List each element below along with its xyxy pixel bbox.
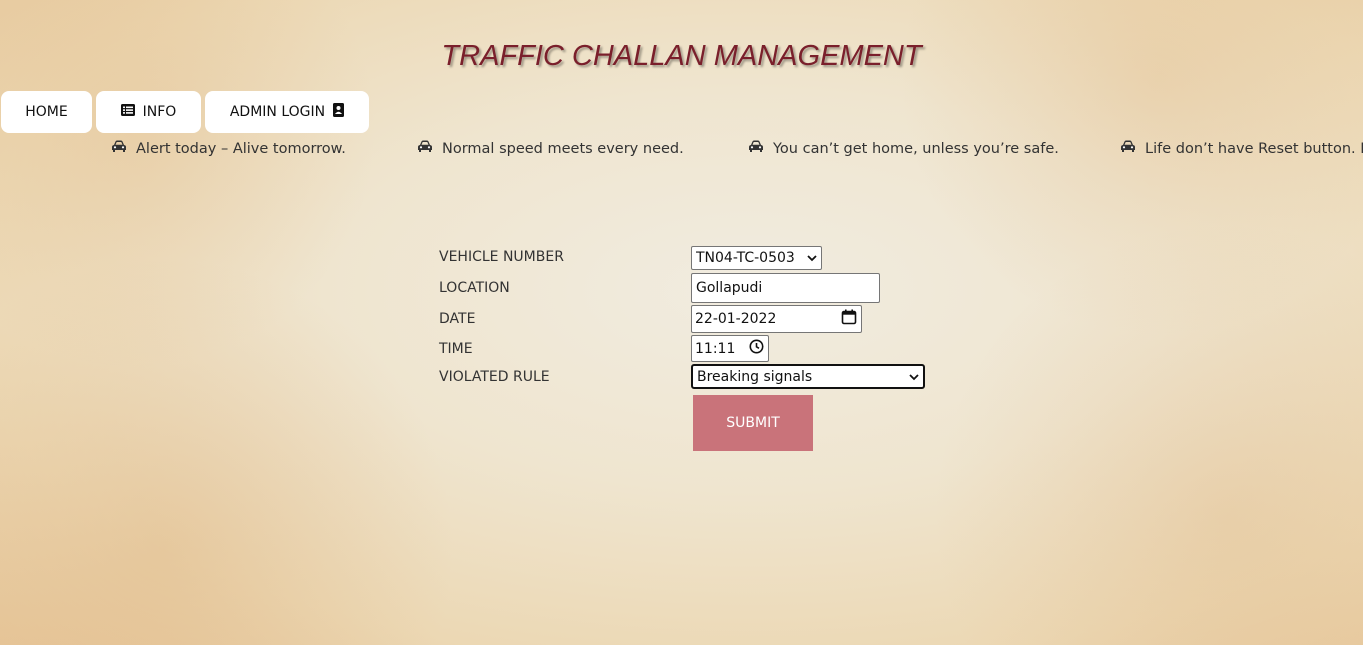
violated-rule-value: Breaking signals [697,368,813,385]
date-value: 22-01-2022 [695,311,777,327]
time-input[interactable]: 11:11 [691,335,769,362]
info-button-label: INFO [142,104,177,120]
nav-bar: HOME INFO ADMIN LOGIN [1,91,369,133]
slogan-item: Normal speed meets every need. [417,140,684,157]
submit-button[interactable]: SUBMIT [693,395,813,451]
submit-button-label: SUBMIT [726,415,780,431]
slogan-item: Life don’t have Reset button. D [1120,140,1363,157]
slogan-text: Normal speed meets every need. [442,140,684,157]
admin-login-button[interactable]: ADMIN LOGIN [205,91,369,133]
slogan-item: You can’t get home, unless you’re safe. [748,140,1059,157]
vehicle-number-label: VEHICLE NUMBER [439,249,564,265]
violated-rule-label: VIOLATED RULE [439,369,550,385]
home-button[interactable]: HOME [1,91,92,133]
date-label: DATE [439,311,476,327]
chevron-down-icon [909,369,919,385]
list-icon [120,104,135,120]
slogan-text: Life don’t have Reset button. D [1145,140,1363,157]
slogan-marquee: Alert today – Alive tomorrow. Normal spe… [0,140,1363,162]
slogan-item: Alert today – Alive tomorrow. [111,140,346,157]
home-button-label: HOME [25,104,68,120]
vehicle-number-select[interactable]: TN04-TC-0503 [691,246,822,270]
location-label: LOCATION [439,280,510,296]
vehicle-number-value: TN04-TC-0503 [696,250,795,266]
car-icon [1120,140,1145,157]
admin-login-button-label: ADMIN LOGIN [229,104,326,120]
car-icon [748,140,773,157]
slogan-text: You can’t get home, unless you’re safe. [773,140,1059,157]
car-icon [111,140,136,157]
calendar-icon[interactable] [841,309,857,329]
car-icon [417,140,442,157]
time-value: 11:11 [695,340,736,357]
violated-rule-select[interactable]: Breaking signals [691,364,925,389]
chevron-down-icon [807,250,817,266]
page-title: TRAFFIC CHALLAN MANAGEMENT [441,40,922,72]
contact-card-icon [333,103,345,121]
location-value: Gollapudi [696,280,763,296]
location-input[interactable]: Gollapudi [691,273,880,303]
date-input[interactable]: 22-01-2022 [691,305,862,333]
time-label: TIME [439,341,473,357]
info-button[interactable]: INFO [96,91,201,133]
clock-icon[interactable] [749,339,764,358]
slogan-text: Alert today – Alive tomorrow. [136,140,346,157]
